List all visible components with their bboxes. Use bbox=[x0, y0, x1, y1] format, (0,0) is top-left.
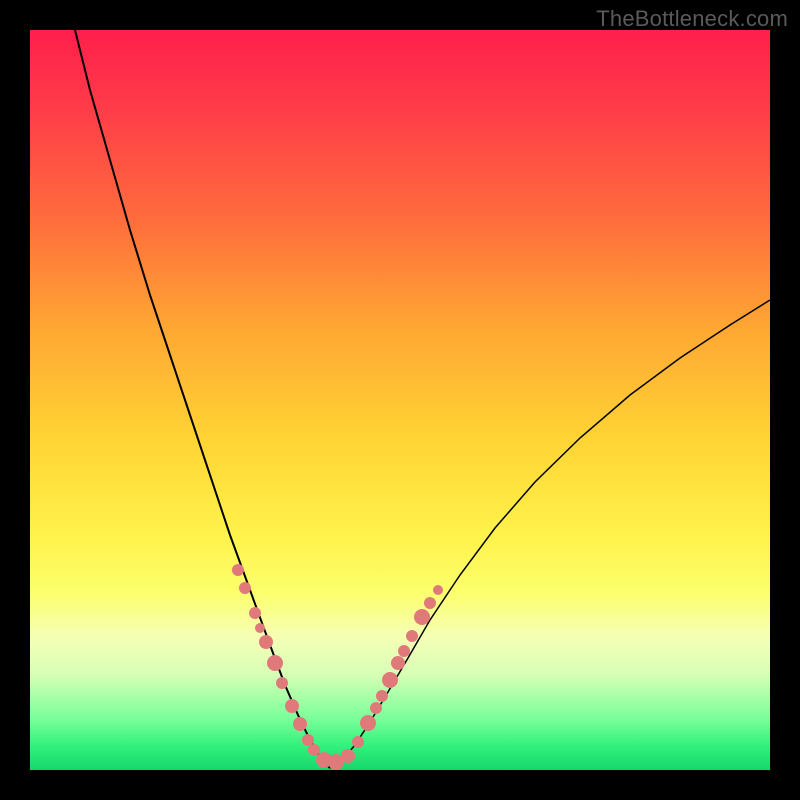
marker-dot bbox=[285, 699, 299, 713]
marker-dot bbox=[433, 585, 443, 595]
marker-dot bbox=[255, 623, 265, 633]
marker-dot bbox=[276, 677, 288, 689]
marker-dot bbox=[370, 702, 382, 714]
marker-dot bbox=[293, 717, 307, 731]
watermark-text: TheBottleneck.com bbox=[596, 6, 788, 32]
right-curve bbox=[330, 300, 770, 768]
chart-frame: TheBottleneck.com bbox=[0, 0, 800, 800]
marker-dot bbox=[239, 582, 251, 594]
marker-dot bbox=[414, 609, 430, 625]
left-curve bbox=[75, 30, 330, 768]
marker-dot bbox=[382, 672, 398, 688]
plot-area bbox=[30, 30, 770, 770]
marker-dot bbox=[398, 645, 410, 657]
marker-dot bbox=[302, 734, 314, 746]
marker-dot bbox=[406, 630, 418, 642]
marker-dot bbox=[360, 715, 376, 731]
marker-dot bbox=[341, 749, 355, 763]
marker-dot bbox=[232, 564, 244, 576]
curves-svg bbox=[30, 30, 770, 770]
marker-dot bbox=[352, 736, 364, 748]
marker-dot bbox=[259, 635, 273, 649]
marker-dot bbox=[424, 597, 436, 609]
marker-dot bbox=[267, 655, 283, 671]
curve-markers bbox=[232, 564, 443, 770]
marker-dot bbox=[308, 744, 320, 756]
marker-dot bbox=[376, 690, 388, 702]
marker-dot bbox=[249, 607, 261, 619]
marker-dot bbox=[391, 656, 405, 670]
